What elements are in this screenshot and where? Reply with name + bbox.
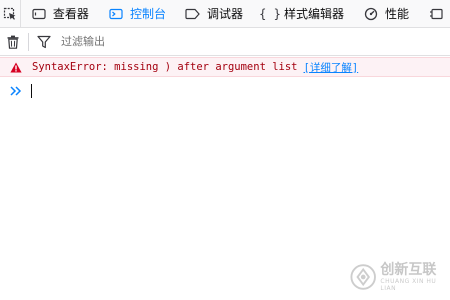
tab-debugger[interactable]: 调试器 [175,0,252,27]
clear-console-button[interactable] [0,28,26,56]
error-message-text: SyntaxError: missing ) after argument li… [32,61,298,73]
filter-input[interactable] [61,30,361,53]
performance-icon [363,6,379,22]
watermark-brand: 创新互联 [380,262,437,278]
tab-label: 调试器 [206,7,243,21]
element-picker-icon [3,7,16,20]
debugger-icon [185,6,201,22]
console-icon [108,6,124,22]
watermark-subtitle: CHUANG XIN HU LIAN [380,278,437,292]
tab-label: 控制台 [129,7,166,21]
error-icon [9,60,23,74]
tab-performance[interactable]: 性能 [353,0,418,27]
tab-style-editor[interactable]: { } 样式编辑器 [252,0,353,27]
console-toolbar [0,28,450,56]
devtools-tab-bar: 查看器 控制台 调试器 { } 样式编辑器 性能 [0,0,450,28]
toolbar-divider [28,32,29,51]
element-picker-button[interactable] [0,0,21,27]
prompt-chevron-icon [10,86,24,96]
tab-label: 查看器 [52,7,89,21]
filter-icon [37,35,51,48]
tab-overflow[interactable] [418,0,450,27]
brand-logo-icon [350,264,376,290]
watermark: 创新互联 CHUANG XIN HU LIAN [350,262,450,292]
inspector-icon [31,6,47,22]
braces-icon: { } [259,6,281,21]
tab-label: 样式编辑器 [283,7,344,21]
console-input[interactable] [0,81,450,101]
trash-icon [7,35,19,49]
tab-label: 性能 [384,7,409,21]
console-message-error: SyntaxError: missing ) after argument li… [0,57,450,77]
text-cursor [31,84,32,98]
learn-more-link[interactable]: [详细了解] [304,60,359,75]
tab-console[interactable]: 控制台 [98,0,175,27]
memory-icon [428,6,444,22]
tab-inspector[interactable]: 查看器 [21,0,98,27]
filter-toggle-button[interactable] [31,28,57,56]
